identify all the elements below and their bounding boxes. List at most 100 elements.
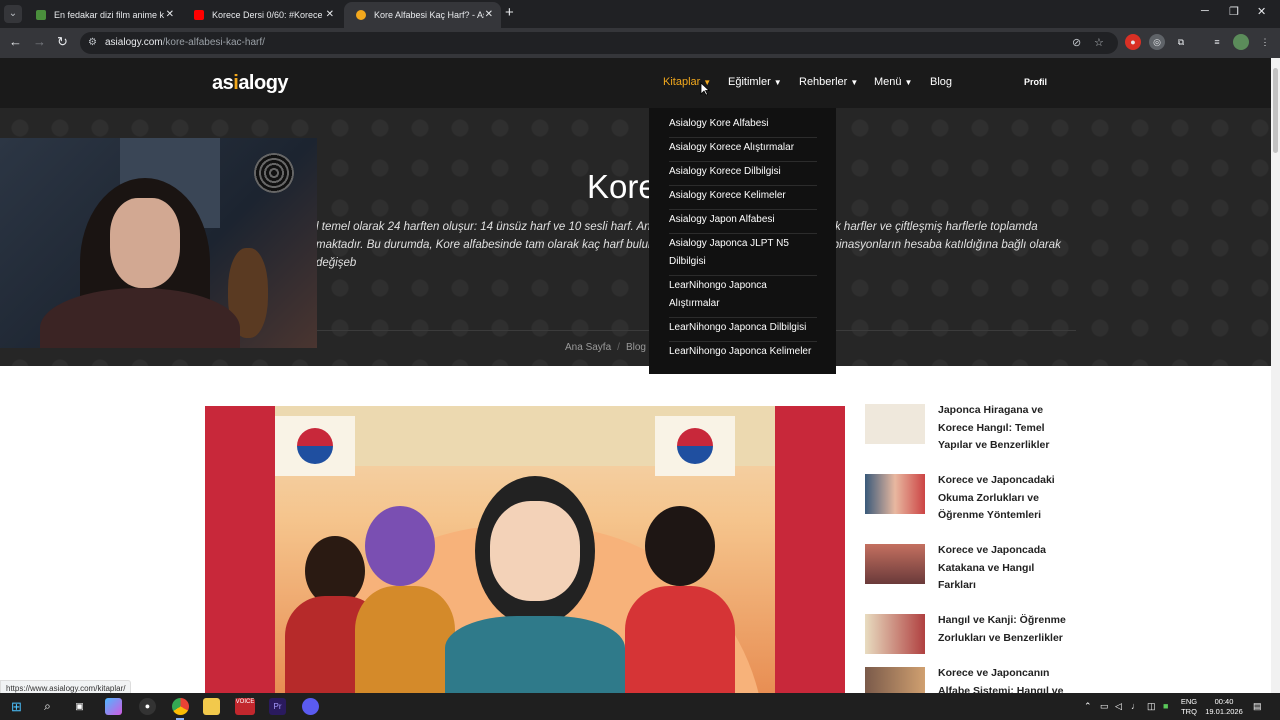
nvidia-icon[interactable]: ■ [1163,701,1168,711]
microphone-icon[interactable]: ♩ [1131,701,1140,711]
bookmark-star-icon[interactable]: ☆ [1094,36,1104,49]
intro-line-2-right: mbinasyonların hesaba katıldığına bağlı … [823,239,1061,251]
webcam-dartboard [254,153,294,193]
site-logo[interactable]: asialogy [212,72,289,95]
file-explorer-icon[interactable] [203,698,220,715]
reload-icon[interactable]: ↻ [57,34,68,50]
post-title[interactable]: Hangıl ve Kanji: Öğrenme Zorlukları ve B… [938,612,1073,647]
chrome-icon[interactable] [172,698,189,715]
scrollbar-thumb[interactable] [1273,68,1278,153]
page-scrollbar[interactable] [1271,58,1280,693]
dropdown-item[interactable]: Asialogy Kore Alfabesi [669,115,819,133]
article-featured-image[interactable] [205,406,845,693]
network-icon[interactable]: ◫ [1147,701,1156,712]
tab-search-button[interactable]: ⌄ [4,5,22,23]
illustration-person-right-head [645,506,715,586]
copilot-icon[interactable] [105,698,122,715]
dropdown-item[interactable]: Asialogy Japon Alfabesi [669,211,819,229]
discord-icon[interactable] [302,698,319,715]
tab-close-icon[interactable]: ✕ [166,2,174,28]
tab-close-icon[interactable]: ✕ [326,2,334,28]
post-thumbnail [865,544,925,584]
image-red-panel-right [775,406,845,693]
webcam-person-body [40,288,240,348]
post-title[interactable]: Korece ve Japoncadaki Okuma Zorlukları v… [938,472,1073,525]
intro-line-1-right: n ek harfler ve çiftleşmiş harflerle top… [819,221,1038,233]
dropdown-item[interactable]: LearNihongo Japonca Dilbilgisi [669,319,819,337]
nav-menu[interactable]: Menü ▼ [874,76,912,88]
dropdown-divider [669,161,817,162]
minimize-button[interactable]: ─ [1201,5,1209,17]
nav-egitimler[interactable]: Eğitimler ▼ [728,76,782,88]
clock[interactable]: 00:40 19.01.2026 [1202,697,1246,717]
chevron-down-icon: ▼ [904,78,913,87]
task-view-icon[interactable]: ▣ [71,698,88,715]
dropdown-item[interactable]: Asialogy Korece Kelimeler [669,187,819,205]
windows-taskbar: ⊞ ⌕ ▣ ● VOICE Pr ⌃ ▭ ◁ ♩ ◫ ■ ENG TRQ 00:4… [0,693,1280,720]
mouse-cursor-icon [700,82,710,96]
address-bar[interactable]: ⚙ asialogy.com/kore-alfabesi-kac-harf/ ⊘… [80,32,1118,54]
illustration-person-right-body [625,586,735,693]
extension-red-icon[interactable]: ● [1125,34,1141,50]
tray-chevron-up-icon[interactable]: ⌃ [1084,701,1092,712]
voice-changer-icon[interactable]: VOICE [235,698,255,715]
language-indicator[interactable]: ENG TRQ [1178,697,1200,717]
dropdown-divider [669,341,817,342]
volume-icon[interactable]: ◁ [1115,701,1122,712]
post-title[interactable]: Korece ve Japoncada Katakana ve Hangıl F… [938,542,1073,595]
chevron-down-icon: ▼ [850,78,859,87]
url-domain: asialogy.com [105,37,163,48]
site-header: asialogy Kitaplar ▼ Eğitimler ▼ Rehberler ▼… [0,58,1271,108]
illustration-main-shirt [445,616,625,693]
dropdown-item[interactable]: Asialogy Korece Dilbilgisi [669,163,819,181]
voice-label: VOICE [235,699,255,705]
extension-grey-icon[interactable]: ◎ [1149,34,1165,50]
illustration-main-face [490,501,580,601]
browser-tab-3-active[interactable]: Kore Alfabesi Kaç Harf? - Asialogy ✕ [344,2,501,28]
nav-label: Blog [930,76,953,88]
post-title[interactable]: Japonca Hiragana ve Korece Hangıl: Temel… [938,402,1073,455]
dropdown-item[interactable]: Asialogy Japonca JLPT N5 Dilbilgisi [669,235,819,271]
nav-blog[interactable]: Blog [930,76,952,88]
dropdown-divider [669,275,817,276]
eye-off-icon[interactable]: ⊘ [1072,36,1081,49]
breadcrumb-separator: / [617,342,620,353]
breadcrumb-blog[interactable]: Blog [626,342,646,353]
close-window-button[interactable]: ✕ [1257,5,1266,18]
clock-date: 19.01.2026 [1205,707,1243,716]
breadcrumb: Ana Sayfa / Blog [565,342,646,353]
breadcrumb-home[interactable]: Ana Sayfa [565,342,611,353]
image-red-panel-left [205,406,275,693]
dropdown-item[interactable]: Asialogy Korece Alıştırmalar [669,139,819,157]
maximize-button[interactable]: ❐ [1229,5,1239,18]
forward-arrow-icon[interactable]: → [33,34,46,49]
media-controls-icon[interactable]: ≡ [1209,34,1225,50]
nav-label: Eğitimler [728,76,771,88]
nav-rehberler[interactable]: Rehberler ▼ [799,76,858,88]
illustration-person-purple-hair [365,506,435,586]
premiere-pro-icon[interactable]: Pr [269,698,286,715]
dropdown-item[interactable]: LearNihongo Japonca Kelimeler [669,343,819,361]
new-tab-button[interactable]: + [505,4,514,21]
lang-bottom: TRQ [1181,707,1197,716]
notifications-icon[interactable]: ▤ [1253,701,1262,712]
search-icon[interactable]: ⌕ [39,698,56,715]
tab-close-icon[interactable]: ✕ [485,2,493,28]
intro-line-2-left: maktadır. Bu durumda, Kore alfabesinde t… [316,239,655,251]
profile-avatar-icon[interactable] [1233,34,1249,50]
browser-menu-icon[interactable]: ⋮ [1257,34,1273,50]
tab-title: Korece Dersi 0/60: #Koreceye başla [212,10,322,20]
browser-tab-1[interactable]: En fedakar dizi film anime karakterleri … [24,2,182,28]
dropdown-item[interactable]: LearNihongo Japonca Alıştırmalar [669,277,819,313]
windows-start-icon[interactable]: ⊞ [8,698,25,715]
url-path: /kore-alfabesi-kac-harf/ [162,37,265,48]
browser-tab-2[interactable]: Korece Dersi 0/60: #Koreceye başla ✕ [182,2,342,28]
browser-tab-strip: ⌄ En fedakar dizi film anime karakterler… [0,0,1280,28]
site-info-icon[interactable]: ⚙ [88,37,97,48]
logo-text-prefix: as [212,72,234,94]
app-recorder-icon[interactable]: ● [139,698,156,715]
back-arrow-icon[interactable]: ← [9,34,22,49]
battery-icon[interactable]: ▭ [1100,701,1109,712]
profile-link[interactable]: Profil [1024,77,1047,87]
extensions-puzzle-icon[interactable]: ⧉ [1173,34,1189,50]
